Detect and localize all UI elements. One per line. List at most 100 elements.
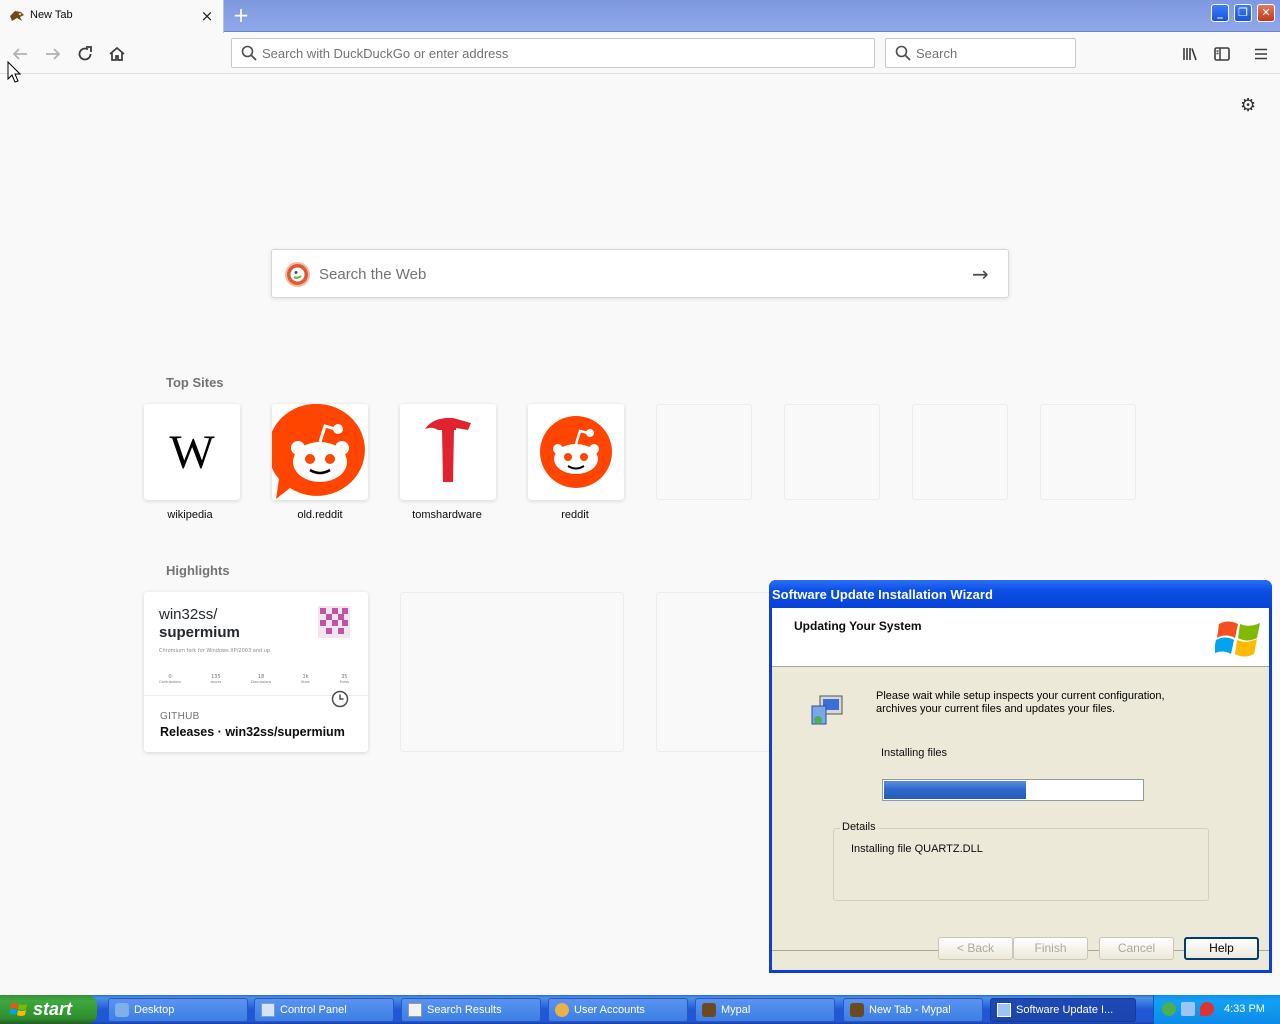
taskbar-item-new-tab-mypal[interactable]: New Tab - Mypal bbox=[843, 998, 983, 1022]
search-results-icon bbox=[408, 1003, 422, 1017]
menu-button[interactable] bbox=[1249, 42, 1273, 66]
details-label: Details bbox=[840, 821, 878, 833]
repo-identicon bbox=[318, 606, 350, 638]
repo-name: supermium bbox=[159, 624, 240, 641]
highlight-preview: win32ss/ supermium Chromium fork for Win… bbox=[144, 592, 368, 696]
taskbar-item-software-update[interactable]: Software Update I... bbox=[990, 998, 1136, 1022]
cancel-button[interactable]: Cancel bbox=[1099, 937, 1174, 960]
window-close-button[interactable]: ✕ bbox=[1257, 4, 1275, 22]
hamburger-menu-icon bbox=[1255, 48, 1267, 60]
restore-button[interactable]: ❐ bbox=[1234, 4, 1252, 22]
tab-new-tab[interactable]: New Tab × bbox=[0, 0, 224, 33]
mypal-icon bbox=[702, 1003, 716, 1017]
highlights-title: Highlights bbox=[166, 563, 230, 578]
search-submit-arrow-icon[interactable]: → bbox=[972, 262, 989, 286]
tab-close-icon[interactable]: × bbox=[198, 7, 216, 25]
sidebar-button[interactable] bbox=[1210, 42, 1234, 66]
installation-wizard-dialog: Software Update Installation Wizard Upda… bbox=[769, 580, 1272, 973]
dialog-heading: Updating Your System bbox=[794, 619, 922, 633]
top-site-wikipedia[interactable]: W bbox=[144, 404, 240, 500]
dialog-message: Please wait while setup inspects your cu… bbox=[876, 690, 1165, 715]
library-icon bbox=[1183, 48, 1197, 61]
top-site-label: tomshardware bbox=[412, 509, 482, 521]
search-icon bbox=[895, 45, 911, 61]
top-site-tomshardware[interactable] bbox=[400, 404, 496, 500]
top-site-empty-slot[interactable] bbox=[912, 404, 1008, 500]
search-input[interactable] bbox=[916, 39, 1066, 67]
setup-icon bbox=[997, 1003, 1011, 1017]
setup-computer-icon bbox=[811, 695, 843, 725]
sidebar-icon bbox=[1214, 47, 1230, 61]
taskbar-item-label: Control Panel bbox=[280, 1004, 347, 1016]
taskbar-item-label: Search Results bbox=[427, 1004, 502, 1016]
web-search-box[interactable]: → bbox=[271, 249, 1009, 298]
home-icon bbox=[109, 46, 125, 61]
reddit-icon bbox=[272, 404, 365, 499]
url-bar[interactable] bbox=[231, 38, 875, 68]
dialog-header: Updating Your System bbox=[772, 608, 1269, 667]
reload-icon bbox=[78, 46, 92, 61]
taskbar-item-label: New Tab - Mypal bbox=[869, 1004, 951, 1016]
start-button[interactable]: start bbox=[0, 995, 97, 1024]
minimize-button[interactable]: _ bbox=[1211, 4, 1229, 22]
tab-title: New Tab bbox=[30, 9, 73, 21]
top-site-old-reddit[interactable] bbox=[272, 404, 368, 500]
history-clock-icon bbox=[331, 690, 349, 708]
search-icon bbox=[241, 45, 257, 61]
progress-status: Installing files bbox=[881, 747, 948, 759]
taskbar-item-control-panel[interactable]: Control Panel bbox=[254, 998, 394, 1022]
windows-flag-icon bbox=[10, 1003, 27, 1016]
help-button[interactable]: Help bbox=[1184, 937, 1259, 960]
search-bar[interactable] bbox=[885, 38, 1076, 68]
highlight-source: GITHUB bbox=[160, 711, 200, 722]
highlight-card[interactable]: win32ss/ supermium Chromium fork for Win… bbox=[144, 592, 368, 752]
shield-tray-icon[interactable] bbox=[1200, 1002, 1214, 1016]
reload-button[interactable] bbox=[73, 42, 97, 66]
taskbar-item-user-accounts[interactable]: User Accounts bbox=[548, 998, 688, 1022]
back-button[interactable]: < Back bbox=[938, 937, 1013, 960]
top-site-empty-slot[interactable] bbox=[784, 404, 880, 500]
hammer-icon bbox=[425, 417, 471, 482]
top-site-label: reddit bbox=[561, 509, 589, 521]
details-groupbox: Details Installing file QUARTZ.DLL bbox=[833, 821, 1209, 901]
network-tray-icon[interactable] bbox=[1162, 1002, 1176, 1016]
forward-arrow-icon bbox=[46, 48, 61, 60]
progress-fill bbox=[884, 781, 1026, 799]
taskbar-item-label: User Accounts bbox=[574, 1004, 645, 1016]
mouse-cursor-icon bbox=[7, 61, 21, 83]
clock: 4:33 PM bbox=[1224, 1003, 1265, 1015]
finish-button[interactable]: Finish bbox=[1013, 937, 1088, 960]
stat: 35 Forks bbox=[339, 674, 349, 684]
mypal-icon bbox=[10, 11, 24, 21]
details-text: Installing file QUARTZ.DLL bbox=[851, 843, 983, 855]
repo-description: Chromium fork for Windows XP/2003 and up bbox=[159, 648, 271, 654]
top-site-empty-slot[interactable] bbox=[1040, 404, 1136, 500]
system-tray: 4:33 PM bbox=[1153, 995, 1280, 1024]
new-tab-button[interactable]: + bbox=[231, 4, 251, 26]
dialog-title[interactable]: Software Update Installation Wizard bbox=[769, 580, 1272, 608]
home-button[interactable] bbox=[105, 42, 129, 66]
control-panel-icon bbox=[261, 1003, 275, 1017]
stat: 1k Stars bbox=[301, 674, 311, 684]
taskbar-item-label: Mypal bbox=[721, 1004, 751, 1016]
stat: 0 Contributors bbox=[159, 674, 181, 684]
desktop-icon bbox=[115, 1003, 129, 1017]
security-tray-icon[interactable] bbox=[1181, 1002, 1195, 1016]
highlight-empty-slot bbox=[400, 592, 624, 752]
web-search-input[interactable] bbox=[319, 260, 959, 288]
url-input[interactable] bbox=[262, 39, 862, 67]
taskbar-item-mypal[interactable]: Mypal bbox=[695, 998, 835, 1022]
top-site-label: old.reddit bbox=[297, 509, 343, 521]
taskbar-item-desktop[interactable]: Desktop bbox=[108, 998, 248, 1022]
wikipedia-icon: W bbox=[169, 425, 215, 479]
top-site-empty-slot[interactable] bbox=[656, 404, 752, 500]
repo-stats: 0 Contributors 135 Issues 18 Discussions 1k… bbox=[159, 674, 349, 684]
forward-button[interactable] bbox=[41, 42, 65, 66]
top-site-reddit[interactable] bbox=[528, 404, 624, 500]
gear-icon[interactable]: ⚙ bbox=[1240, 95, 1256, 116]
stat: 135 Issues bbox=[210, 674, 222, 684]
library-button[interactable] bbox=[1178, 42, 1202, 66]
taskbar-item-search-results[interactable]: Search Results bbox=[401, 998, 541, 1022]
start-label: start bbox=[33, 999, 73, 1019]
top-site-label: wikipedia bbox=[167, 509, 213, 521]
